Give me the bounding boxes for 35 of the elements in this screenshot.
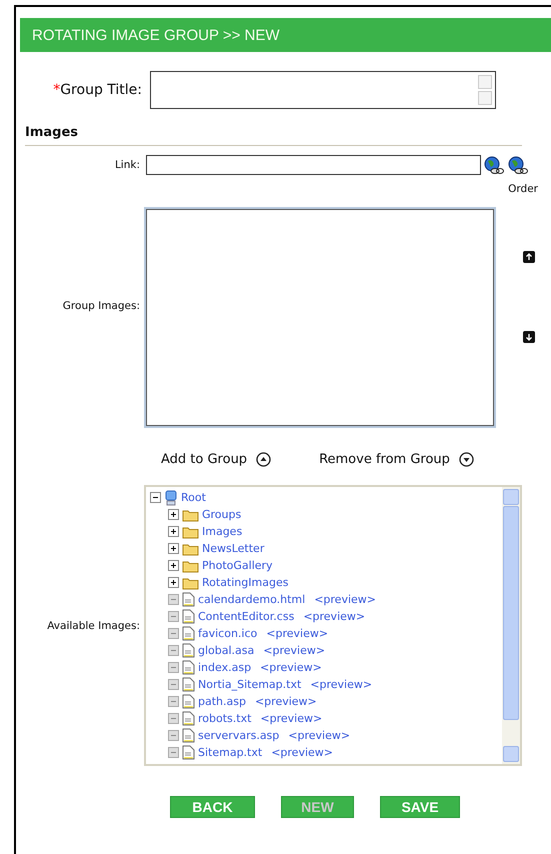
tree-item[interactable]: ContentEditor.css bbox=[198, 610, 294, 623]
tree-item[interactable]: global.asa bbox=[198, 644, 254, 657]
tree-item[interactable]: servervars.asp bbox=[198, 729, 280, 742]
preview-link[interactable]: <preview> bbox=[260, 712, 322, 725]
tree-item[interactable]: Images bbox=[202, 525, 242, 538]
tree-item[interactable]: RotatingImages bbox=[202, 576, 288, 589]
available-images-label: Available Images: bbox=[46, 620, 140, 632]
tree-item[interactable]: calendardemo.html bbox=[198, 593, 306, 606]
preview-link[interactable]: <preview> bbox=[310, 678, 372, 691]
preview-link[interactable]: <preview> bbox=[266, 627, 328, 640]
tree-item[interactable]: robots.txt bbox=[198, 712, 252, 725]
preview-link[interactable]: <preview> bbox=[260, 661, 322, 674]
tree-item[interactable]: index.asp bbox=[198, 661, 252, 674]
tree-item[interactable]: favicon.ico bbox=[198, 627, 258, 640]
preview-link[interactable]: <preview> bbox=[254, 695, 317, 708]
move-action-label: Add to Group bbox=[161, 452, 248, 467]
group-images-label: Group Images: bbox=[62, 300, 140, 312]
preview-link[interactable]: <preview> bbox=[314, 593, 376, 606]
group-title-label: *Group Title: bbox=[52, 82, 143, 98]
tree-item[interactable]: Nortia_Sitemap.txt bbox=[198, 678, 302, 691]
preview-link[interactable]: <preview> bbox=[288, 729, 350, 742]
move-action-label: Remove from Group bbox=[319, 452, 450, 467]
section-title: Images bbox=[25, 125, 522, 146]
tree-item[interactable]: path.asp bbox=[198, 695, 246, 708]
preview-link[interactable]: <preview> bbox=[263, 644, 326, 657]
page-title: ROTATING IMAGE GROUP >> NEW bbox=[32, 26, 280, 44]
tree-item[interactable]: Root bbox=[181, 491, 206, 504]
preview-link[interactable]: <preview> bbox=[271, 746, 333, 759]
tree-item[interactable]: Groups bbox=[202, 508, 242, 521]
order-label: Order bbox=[508, 183, 538, 195]
tree-item[interactable]: Sitemap.txt bbox=[198, 746, 262, 759]
link-label: Link: bbox=[114, 159, 140, 171]
tree-item[interactable]: PhotoGallery bbox=[202, 559, 273, 572]
tree-item[interactable]: NewsLetter bbox=[202, 542, 264, 555]
preview-link[interactable]: <preview> bbox=[303, 610, 366, 623]
